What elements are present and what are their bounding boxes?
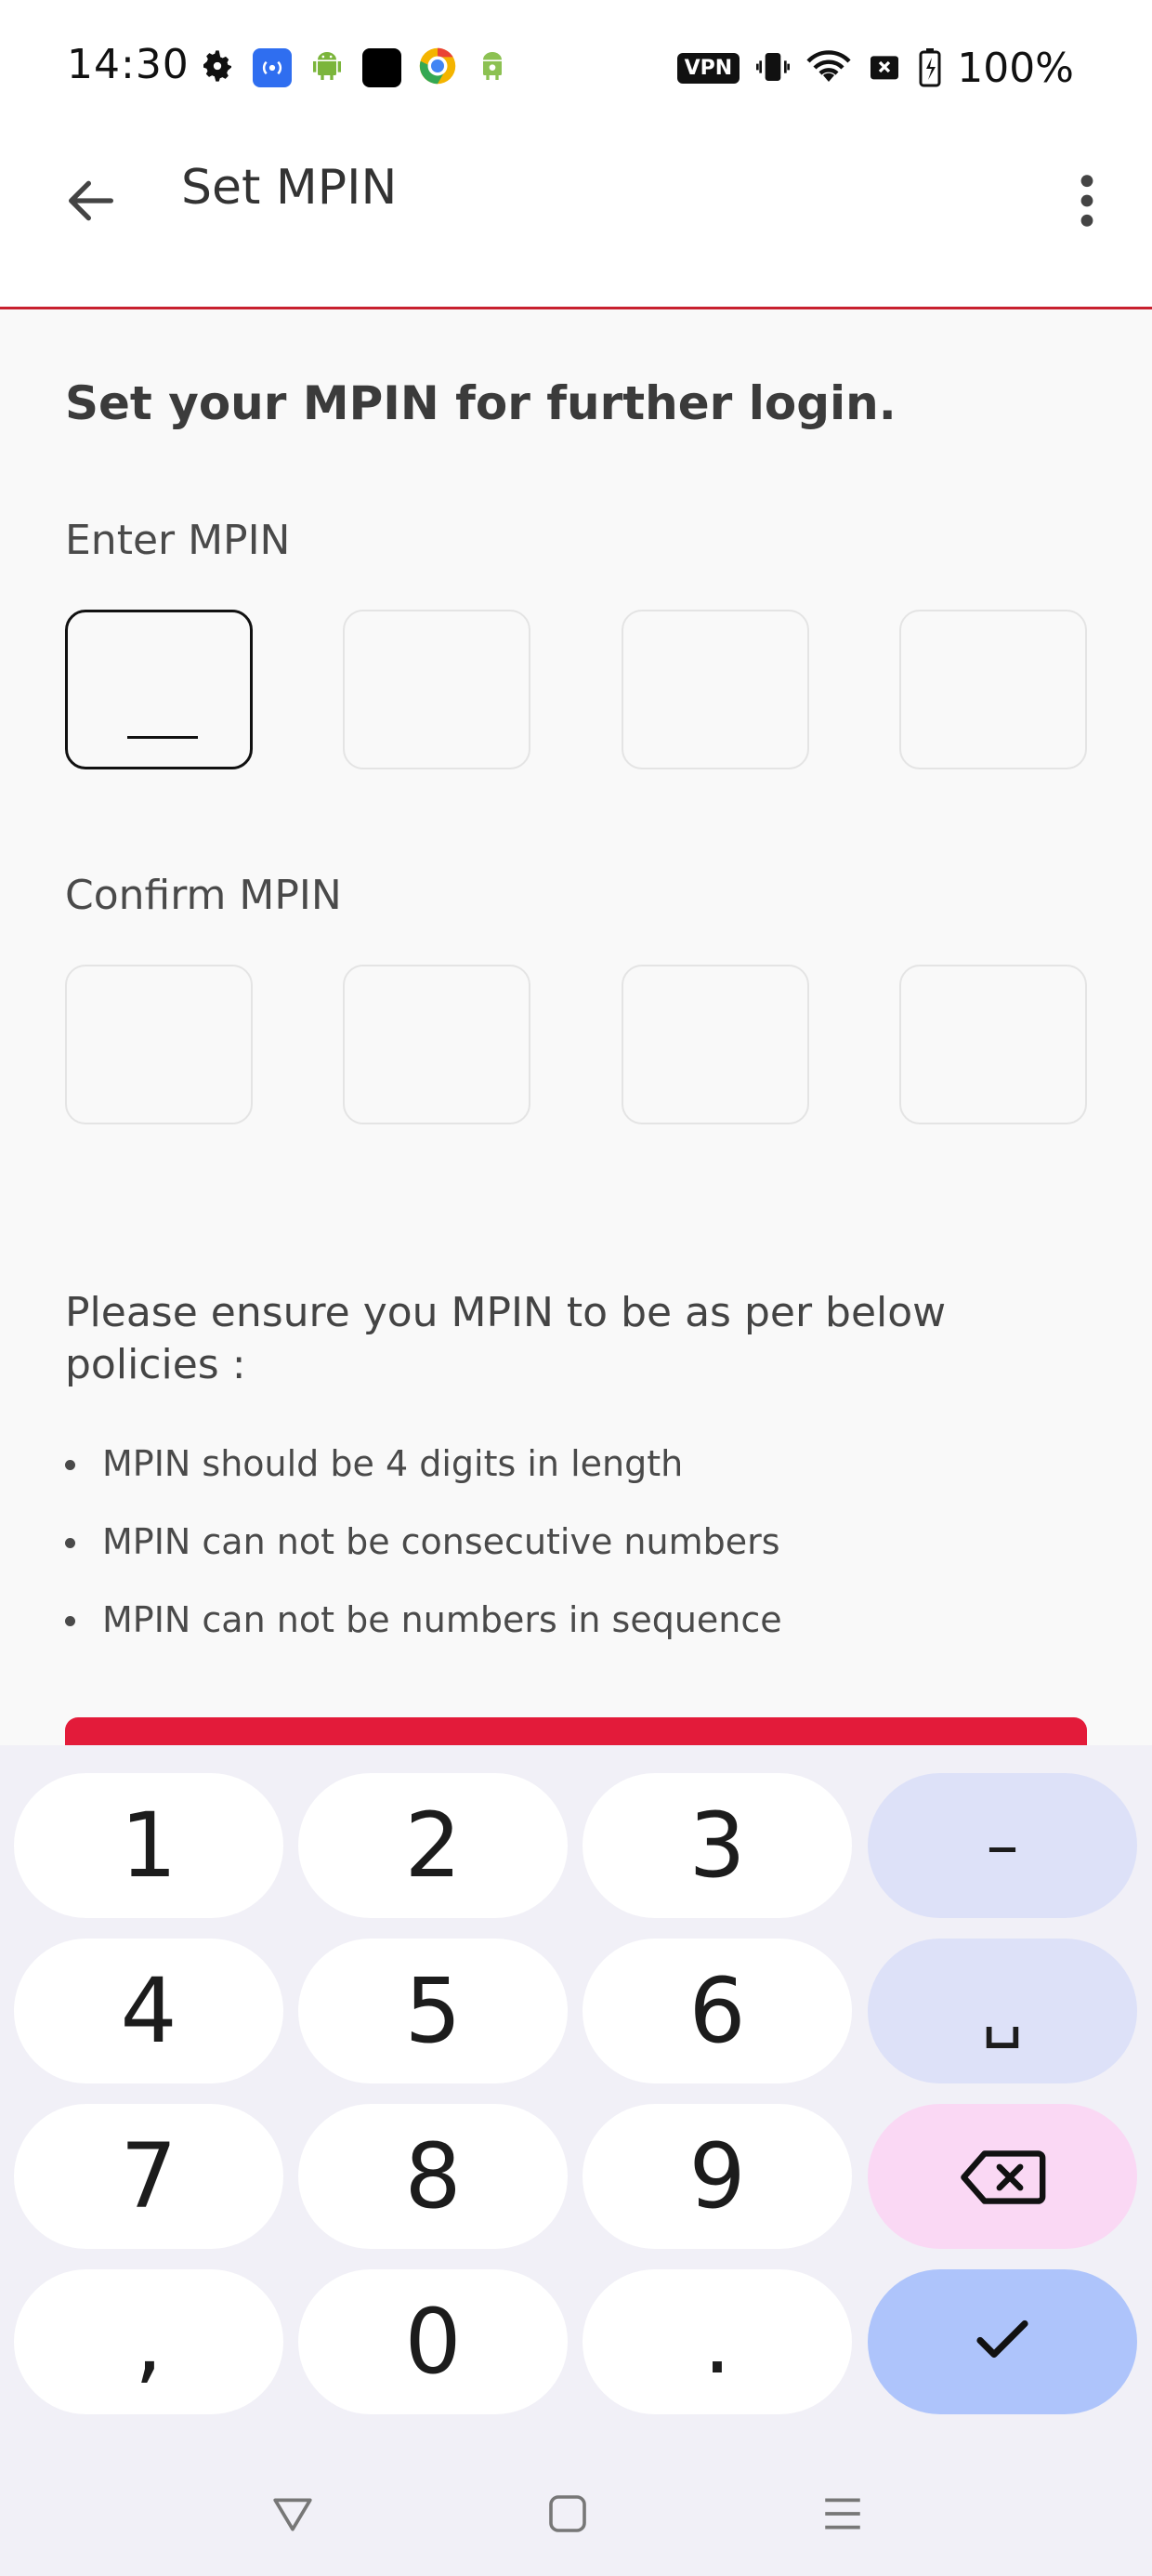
key-period[interactable]: . xyxy=(583,2269,852,2414)
status-bar: 14:30 VPN 100% xyxy=(0,0,1152,139)
confirm-mpin-fields xyxy=(65,965,1087,1126)
check-icon xyxy=(969,2290,1036,2394)
enter-mpin-label: Enter MPIN xyxy=(65,517,291,564)
policy-item: MPIN can not be numbers in sequence xyxy=(65,1592,782,1670)
key-done[interactable] xyxy=(868,2269,1137,2414)
app-bar: Set MPIN xyxy=(0,139,1152,309)
enter-mpin-digit-3[interactable] xyxy=(621,610,809,769)
system-nav-bar xyxy=(0,2455,1152,2576)
enter-mpin-digit-4[interactable] xyxy=(898,610,1087,769)
numeric-keyboard: 1 2 3 – 4 5 6 ␣ 7 8 9 , 0 . xyxy=(0,1745,1152,2455)
arrow-left-icon xyxy=(61,171,121,234)
form-heading: Set your MPIN for further login. xyxy=(65,376,897,430)
vpn-icon: VPN xyxy=(676,53,740,84)
key-3[interactable]: 3 xyxy=(583,1773,852,1918)
android-icon xyxy=(308,47,346,88)
status-right-icons: VPN 100% xyxy=(676,45,1074,92)
status-left-icons xyxy=(199,46,511,89)
enter-mpin-digit-2[interactable] xyxy=(343,610,531,769)
key-7[interactable]: 7 xyxy=(14,2104,283,2249)
black-app-icon xyxy=(362,48,401,87)
backspace-icon xyxy=(958,2124,1047,2228)
nav-back-icon xyxy=(269,2491,316,2541)
nav-recents-icon xyxy=(819,2491,866,2541)
policy-intro: Please ensure you MPIN to be as per belo… xyxy=(65,1289,947,1388)
nav-home-icon xyxy=(545,2491,590,2540)
key-2[interactable]: 2 xyxy=(298,1773,568,1918)
android-icon xyxy=(474,47,511,88)
confirm-mpin-digit-1[interactable] xyxy=(65,965,253,1124)
key-8[interactable]: 8 xyxy=(298,2104,568,2249)
no-sim-icon xyxy=(866,48,903,89)
nav-home-button[interactable] xyxy=(535,2483,600,2548)
key-space[interactable]: ␣ xyxy=(868,1939,1137,2083)
key-9[interactable]: 9 xyxy=(583,2104,852,2249)
key-4[interactable]: 4 xyxy=(14,1939,283,2083)
policy-item: MPIN can not be consecutive numbers xyxy=(65,1514,782,1592)
key-dash[interactable]: – xyxy=(868,1773,1137,1918)
wifi-icon xyxy=(806,48,851,89)
key-0[interactable]: 0 xyxy=(298,2269,568,2414)
more-vert-icon xyxy=(1078,171,1096,234)
enter-mpin-digit-1[interactable] xyxy=(65,610,253,769)
nav-recents-button[interactable] xyxy=(810,2483,875,2548)
nav-back-button[interactable] xyxy=(260,2483,325,2548)
confirm-mpin-label: Confirm MPIN xyxy=(65,872,342,919)
key-1[interactable]: 1 xyxy=(14,1773,283,1918)
status-time: 14:30 xyxy=(67,41,190,88)
confirm-mpin-digit-3[interactable] xyxy=(621,965,809,1124)
gear-icon xyxy=(199,47,236,88)
confirm-mpin-digit-4[interactable] xyxy=(898,965,1087,1124)
vibrate-icon xyxy=(754,48,792,89)
battery-percentage: 100% xyxy=(957,45,1074,92)
text-cursor xyxy=(127,736,198,739)
broadcast-icon xyxy=(253,48,292,87)
confirm-mpin-digit-2[interactable] xyxy=(343,965,531,1124)
battery-icon xyxy=(918,46,942,91)
policy-item: MPIN should be 4 digits in length xyxy=(65,1436,782,1514)
more-options-button[interactable] xyxy=(1059,165,1115,240)
enter-mpin-fields xyxy=(65,610,1087,771)
key-6[interactable]: 6 xyxy=(583,1939,852,2083)
back-button[interactable] xyxy=(56,167,126,238)
key-5[interactable]: 5 xyxy=(298,1939,568,2083)
key-comma[interactable]: , xyxy=(14,2269,283,2414)
page-title: Set MPIN xyxy=(181,160,398,216)
browser-icon xyxy=(418,46,457,89)
key-backspace[interactable] xyxy=(868,2104,1137,2249)
policy-list: MPIN should be 4 digits in length MPIN c… xyxy=(65,1436,782,1670)
